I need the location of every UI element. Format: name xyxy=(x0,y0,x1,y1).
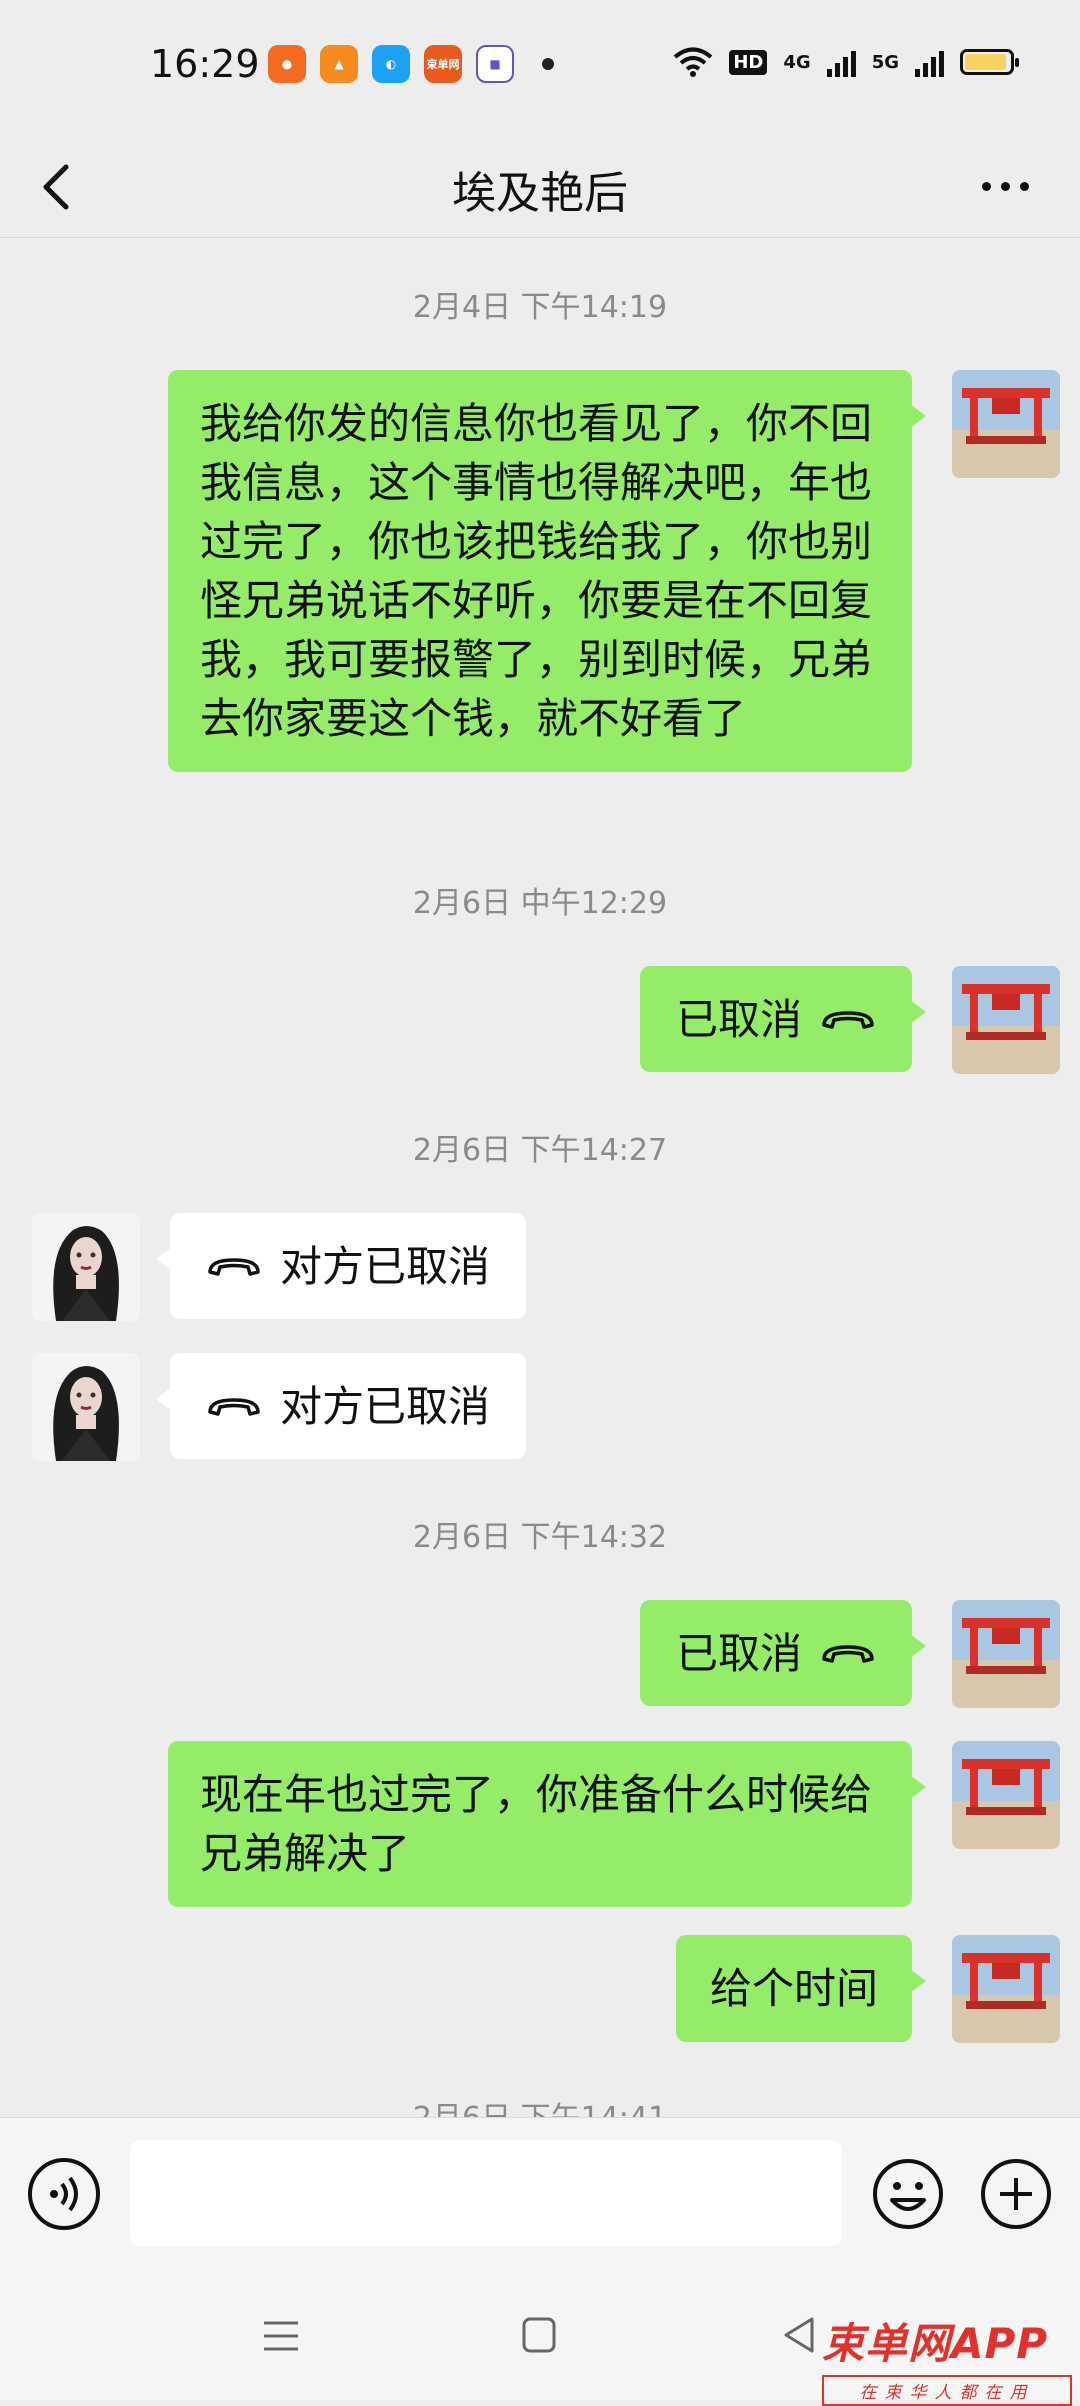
menu-icon xyxy=(264,2321,298,2351)
message-text: 现在年也过完了，你准备什么时候给兄弟解决了 xyxy=(200,1770,873,1878)
phone-hangup-icon xyxy=(820,1005,876,1033)
timestamp: 2月6日 下午14:32 xyxy=(412,1520,668,1555)
more-notifications-icon xyxy=(542,58,554,70)
call-status-text: 已取消 xyxy=(675,1628,802,1678)
back-triangle-icon xyxy=(784,2317,814,2353)
wifi-icon xyxy=(674,47,713,77)
phone-hangup-icon xyxy=(820,1639,876,1667)
message-input-bar xyxy=(0,2117,1080,2274)
shudanwang-app-icon: 束单网 xyxy=(424,45,462,83)
call-status-text: 已取消 xyxy=(675,994,802,1044)
call-bubble-sent[interactable]: 已取消 xyxy=(639,1600,927,1706)
signal-5g-icon xyxy=(915,47,944,77)
avatar-self[interactable] xyxy=(952,1935,1060,2043)
avatar-self[interactable] xyxy=(952,966,1060,1074)
network-4g-label: 4G xyxy=(783,51,811,73)
avatar-self[interactable] xyxy=(952,1741,1060,1849)
message-bubble-sent[interactable]: 我给你发的信息你也看见了，你不回我信息，这个事情也得解决吧，年也过完了，你也该把… xyxy=(168,370,926,772)
fox-app-icon: ▲ xyxy=(320,45,358,83)
message-text: 给个时间 xyxy=(709,1964,878,2013)
smiley-icon xyxy=(873,2159,943,2229)
message-bubble-sent[interactable]: 现在年也过完了，你准备什么时候给兄弟解决了 xyxy=(168,1741,926,1907)
watermark-sub: 在束华人都在用 xyxy=(822,2375,1072,2406)
voice-icon xyxy=(50,2176,78,2212)
call-status-text: 对方已取消 xyxy=(280,1241,491,1291)
call-bubble-received[interactable]: 对方已取消 xyxy=(155,1353,527,1459)
status-bar: 16:29 ● ▲ ◐ 束单网 ■ HD 4G 5G xyxy=(0,0,1080,135)
plus-icon xyxy=(981,2159,1051,2229)
hd-icon: HD xyxy=(729,49,768,75)
emoji-button[interactable] xyxy=(872,2158,944,2230)
system-icons: HD 4G 5G xyxy=(673,46,1019,78)
home-square-icon xyxy=(522,2317,556,2353)
call-bubble-sent[interactable]: 已取消 xyxy=(639,966,927,1072)
call-status-text: 对方已取消 xyxy=(280,1381,491,1431)
ele-app-icon: ◐ xyxy=(372,45,410,83)
message-bubble-sent[interactable]: 给个时间 xyxy=(675,1935,927,2042)
battery-icon xyxy=(960,49,1019,75)
watermark-main: 束单网APP xyxy=(822,2319,1049,2368)
avatar-contact[interactable] xyxy=(32,1213,140,1321)
chat-title: 埃及艳后 xyxy=(452,168,628,219)
nav-home-button[interactable] xyxy=(514,2311,564,2361)
avatar-self[interactable] xyxy=(952,370,1060,478)
phone-hangup-icon xyxy=(206,1252,262,1280)
nav-menu-button[interactable] xyxy=(256,2311,306,2361)
status-time: 16:29 xyxy=(150,42,260,86)
chat-header: 埃及艳后 xyxy=(0,135,1080,238)
nav-back-button[interactable] xyxy=(776,2311,826,2361)
voice-input-button[interactable] xyxy=(28,2158,100,2230)
notification-icons: ● ▲ ◐ 束单网 ■ xyxy=(268,45,554,83)
phone-hangup-icon xyxy=(206,1392,262,1420)
message-text: 我给你发的信息你也看见了，你不回我信息，这个事情也得解决吧，年也过完了，你也该把… xyxy=(200,399,873,743)
network-5g-label: 5G xyxy=(871,51,899,73)
timestamp: 2月4日 下午14:19 xyxy=(412,290,668,325)
message-input[interactable] xyxy=(130,2140,842,2246)
kuaishou-icon: ● xyxy=(268,45,306,83)
timestamp: 2月6日 中午12:29 xyxy=(412,886,668,921)
more-options-button[interactable] xyxy=(970,151,1040,221)
purple-app-icon: ■ xyxy=(476,45,514,83)
avatar-self[interactable] xyxy=(952,1600,1060,1708)
more-functions-button[interactable] xyxy=(980,2158,1052,2230)
avatar-contact[interactable] xyxy=(32,1353,140,1461)
watermark-logo: 束单网APP 在束华人都在用 xyxy=(822,2310,1072,2406)
signal-4g-icon xyxy=(826,47,856,77)
call-bubble-received[interactable]: 对方已取消 xyxy=(155,1213,527,1319)
timestamp: 2月6日 下午14:27 xyxy=(412,1133,668,1168)
